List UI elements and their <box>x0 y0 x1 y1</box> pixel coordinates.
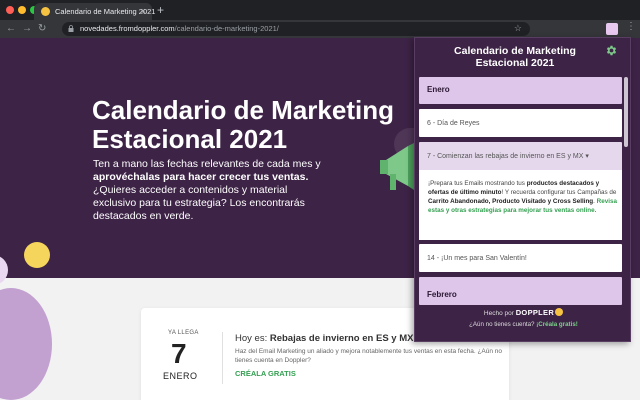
browser-tabbar: Calendario de Marketing 2021 × + <box>0 0 640 20</box>
lock-icon <box>68 25 74 32</box>
card-day: 7 <box>171 338 187 369</box>
doppler-favicon-icon <box>41 7 50 16</box>
new-tab-button[interactable]: + <box>157 3 164 17</box>
popup-title: Calendario de Marketing Estacional 2021 <box>454 45 576 69</box>
address-bar[interactable]: novedades.fromdoppler.com/calendario-de-… <box>62 22 530 36</box>
forward-icon[interactable]: → <box>22 22 32 36</box>
create-free-link[interactable]: ¡Créala gratis! <box>536 321 578 328</box>
card-description: Haz del Email Marketing un aliado y mejo… <box>235 348 503 364</box>
decorative-circle <box>0 288 52 400</box>
browser-toolbar: ← → ↻ novedades.fromdoppler.com/calendar… <box>0 20 640 38</box>
menu-icon[interactable]: ⋮ <box>626 21 636 32</box>
popup-footer: Hecho por DOPPLER ¿Aún no tienes cuenta?… <box>415 308 630 328</box>
list-item-month-febrero[interactable]: Febrero <box>419 277 622 305</box>
list-item-event-expanded[interactable]: 7 - Comienzan las rebajas de invierno en… <box>419 142 622 240</box>
hero-description: Ten a mano las fechas relevantes de cada… <box>93 158 321 222</box>
list-item-event[interactable]: 6 - Día de Reyes <box>419 109 622 137</box>
list-item-month-enero[interactable]: Enero <box>419 77 622 104</box>
minimize-window-button[interactable] <box>18 6 26 14</box>
url-text[interactable]: novedades.fromdoppler.com/calendario-de-… <box>80 24 279 33</box>
list-item-event[interactable]: 14 - ¡Un mes para San Valentín! <box>419 244 622 272</box>
decorative-circle <box>24 242 50 268</box>
tab-close-icon[interactable]: × <box>141 6 146 16</box>
event-detail: ¡Prepara tus Emails mostrando tus produc… <box>419 170 622 240</box>
close-window-button[interactable] <box>6 6 14 14</box>
card-month: ENERO <box>163 371 198 381</box>
popup-scrollbar[interactable] <box>624 77 628 147</box>
browser-tab[interactable]: Calendario de Marketing 2021 × <box>34 3 155 20</box>
page-title: Calendario de Marketing Estacional 2021 <box>92 95 394 154</box>
today-heading: Hoy es: Rebajas de invierno en ES y MX <box>235 333 414 344</box>
calendar-list: Enero 6 - Día de Reyes 7 - Comienzan las… <box>419 77 622 305</box>
create-free-link[interactable]: CRÉALA GRATIS <box>235 369 296 378</box>
extension-popup: Calendario de Marketing Estacional 2021 … <box>414 37 631 342</box>
reload-icon[interactable]: ↻ <box>38 22 46 36</box>
back-icon[interactable]: ← <box>6 22 16 36</box>
star-icon[interactable]: ☆ <box>514 23 522 34</box>
event-detail-text: ¡Prepara tus Emails mostrando tus produc… <box>428 180 617 214</box>
divider <box>222 332 223 384</box>
extension-icon[interactable] <box>606 23 618 35</box>
card-kicker: YA LLEGA <box>168 330 199 336</box>
signup-prompt: ¿Aún no tienes cuenta? ¡Créala gratis! <box>469 321 578 328</box>
made-by: Hecho por DOPPLER <box>415 308 630 317</box>
gear-icon[interactable] <box>605 44 618 57</box>
doppler-logo-icon <box>555 308 564 316</box>
